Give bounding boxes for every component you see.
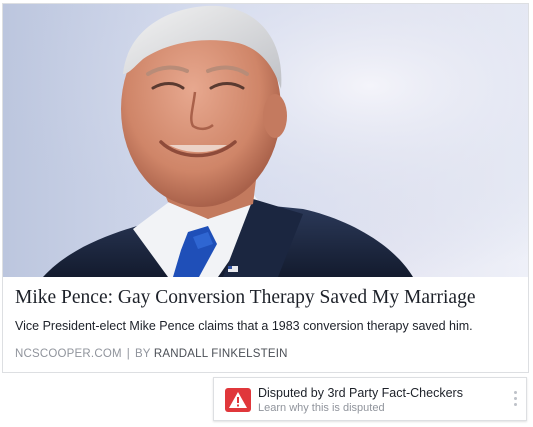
link-preview-card[interactable]: Mike Pence: Gay Conversion Therapy Saved…: [2, 3, 529, 373]
more-vertical-icon[interactable]: [512, 391, 518, 409]
article-source[interactable]: NCSCOOPER.COM: [15, 348, 122, 360]
meta-separator: |: [126, 348, 130, 360]
article-description: Vice President-elect Mike Pence claims t…: [15, 319, 473, 333]
dispute-learn-more-link[interactable]: Learn why this is disputed: [258, 402, 385, 414]
article-author[interactable]: RANDALL FINKELSTEIN: [154, 348, 288, 360]
article-photo[interactable]: [3, 4, 528, 277]
dispute-title: Disputed by 3rd Party Fact-Checkers: [258, 386, 463, 400]
article-headline[interactable]: Mike Pence: Gay Conversion Therapy Saved…: [15, 287, 520, 309]
byline-prefix: BY: [134, 348, 151, 360]
dispute-banner[interactable]: Disputed by 3rd Party Fact-Checkers Lear…: [213, 377, 527, 421]
portrait-illustration: [3, 4, 528, 277]
article-meta: NCSCOOPER.COM | BY RANDALL FINKELSTEIN: [15, 348, 288, 360]
warning-triangle-icon: [225, 388, 251, 412]
